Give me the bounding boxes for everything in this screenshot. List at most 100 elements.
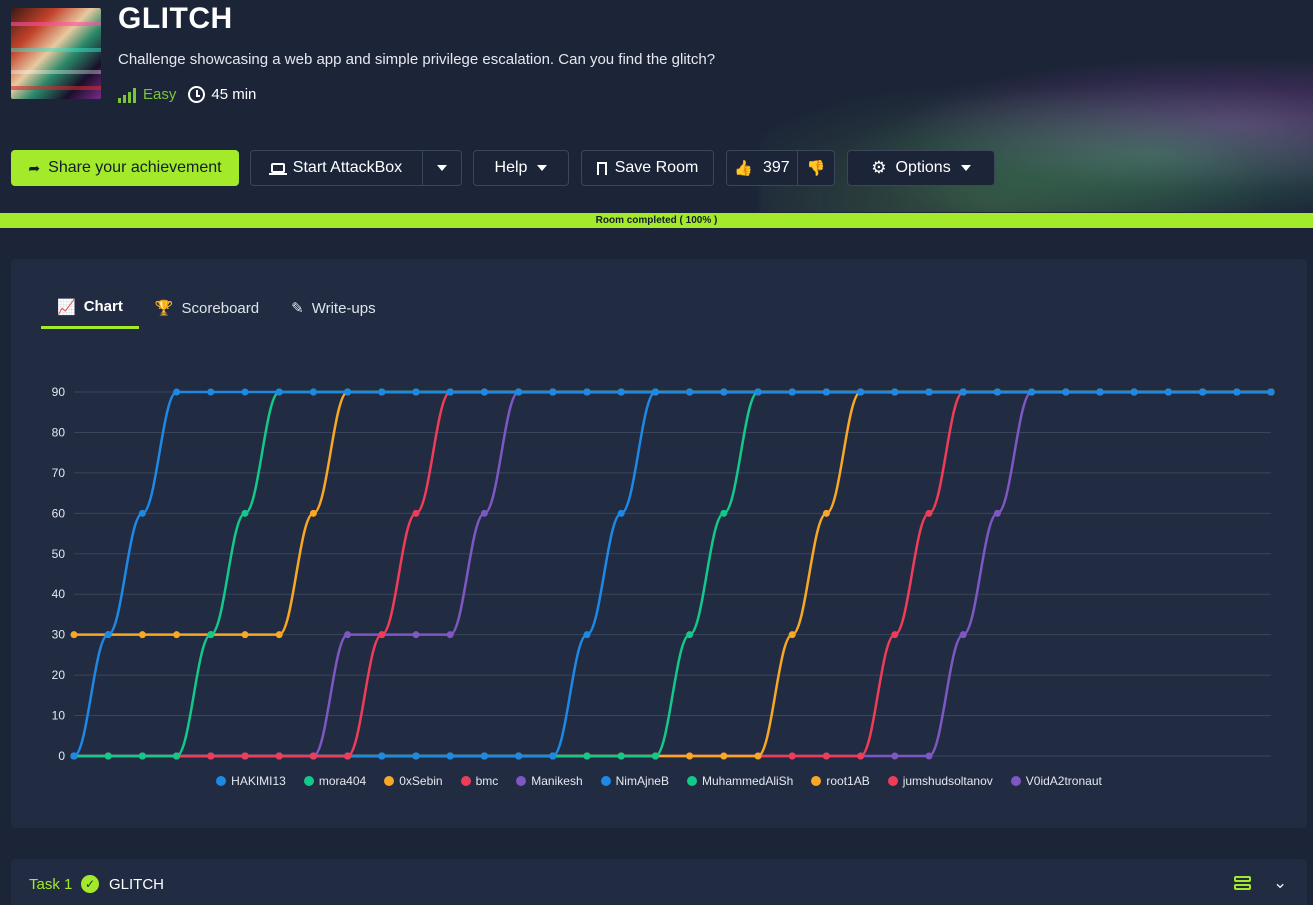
data-point[interactable] bbox=[241, 752, 249, 760]
data-point[interactable] bbox=[378, 752, 386, 760]
data-point[interactable] bbox=[549, 752, 557, 760]
data-point[interactable] bbox=[1164, 388, 1172, 396]
data-point[interactable] bbox=[959, 388, 967, 396]
data-point[interactable] bbox=[70, 631, 78, 639]
legend-item[interactable]: 0xSebin bbox=[384, 774, 443, 788]
task-1[interactable]: Task 1 ✓ GLITCH ⌄ bbox=[11, 859, 1307, 905]
data-point[interactable] bbox=[720, 388, 728, 396]
legend-item[interactable]: V0idA2tronaut bbox=[1010, 774, 1102, 788]
like-button[interactable]: 👍 397 bbox=[726, 150, 798, 186]
data-point[interactable] bbox=[788, 752, 796, 760]
data-point[interactable] bbox=[1028, 388, 1036, 396]
data-point[interactable] bbox=[959, 631, 967, 639]
data-point[interactable] bbox=[138, 631, 146, 639]
tab-chart[interactable]: 📈 Chart bbox=[41, 287, 139, 329]
data-point[interactable] bbox=[822, 752, 830, 760]
data-point[interactable] bbox=[788, 631, 796, 639]
data-point[interactable] bbox=[583, 752, 591, 760]
data-point[interactable] bbox=[412, 752, 420, 760]
data-point[interactable] bbox=[720, 752, 728, 760]
data-point[interactable] bbox=[207, 631, 215, 639]
legend-item[interactable]: jumshudsoltanov bbox=[887, 774, 993, 788]
data-point[interactable] bbox=[857, 388, 865, 396]
data-point[interactable] bbox=[412, 388, 420, 396]
start-attackbox-button[interactable]: Start AttackBox bbox=[250, 150, 423, 186]
data-point[interactable] bbox=[173, 631, 181, 639]
legend-item[interactable]: root1AB bbox=[811, 774, 870, 788]
data-point[interactable] bbox=[207, 388, 215, 396]
attackbox-dropdown-button[interactable] bbox=[422, 150, 462, 186]
data-point[interactable] bbox=[754, 752, 762, 760]
data-point[interactable] bbox=[754, 388, 762, 396]
data-point[interactable] bbox=[309, 509, 317, 517]
dislike-button[interactable]: 👎 bbox=[797, 150, 835, 186]
data-point[interactable] bbox=[378, 388, 386, 396]
data-point[interactable] bbox=[412, 509, 420, 517]
share-achievement-button[interactable]: ➦ Share your achievement bbox=[11, 150, 239, 186]
data-point[interactable] bbox=[617, 752, 625, 760]
data-point[interactable] bbox=[344, 388, 352, 396]
data-point[interactable] bbox=[617, 509, 625, 517]
data-point[interactable] bbox=[583, 388, 591, 396]
stack-icon[interactable] bbox=[1234, 876, 1251, 891]
legend-item[interactable]: mora404 bbox=[303, 774, 366, 788]
data-point[interactable] bbox=[891, 388, 899, 396]
chevron-down-icon[interactable]: ⌄ bbox=[1273, 873, 1287, 893]
data-point[interactable] bbox=[515, 752, 523, 760]
data-point[interactable] bbox=[412, 631, 420, 639]
data-point[interactable] bbox=[617, 388, 625, 396]
data-point[interactable] bbox=[549, 388, 557, 396]
data-point[interactable] bbox=[822, 509, 830, 517]
data-point[interactable] bbox=[104, 631, 112, 639]
data-point[interactable] bbox=[275, 388, 283, 396]
data-point[interactable] bbox=[1233, 388, 1241, 396]
data-point[interactable] bbox=[446, 631, 454, 639]
data-point[interactable] bbox=[446, 388, 454, 396]
data-point[interactable] bbox=[925, 509, 933, 517]
data-point[interactable] bbox=[583, 631, 591, 639]
data-point[interactable] bbox=[173, 388, 181, 396]
data-point[interactable] bbox=[651, 752, 659, 760]
data-point[interactable] bbox=[857, 752, 865, 760]
data-point[interactable] bbox=[480, 752, 488, 760]
data-point[interactable] bbox=[686, 388, 694, 396]
data-point[interactable] bbox=[344, 631, 352, 639]
data-point[interactable] bbox=[275, 631, 283, 639]
data-point[interactable] bbox=[241, 509, 249, 517]
data-point[interactable] bbox=[275, 752, 283, 760]
data-point[interactable] bbox=[1130, 388, 1138, 396]
tab-scoreboard[interactable]: 🏆 Scoreboard bbox=[139, 287, 275, 329]
data-point[interactable] bbox=[309, 752, 317, 760]
data-point[interactable] bbox=[1199, 388, 1207, 396]
legend-item[interactable]: Manikesh bbox=[516, 774, 583, 788]
data-point[interactable] bbox=[686, 752, 694, 760]
data-point[interactable] bbox=[104, 752, 112, 760]
help-button[interactable]: Help bbox=[473, 150, 569, 186]
data-point[interactable] bbox=[138, 752, 146, 760]
data-point[interactable] bbox=[515, 388, 523, 396]
data-point[interactable] bbox=[822, 388, 830, 396]
data-point[interactable] bbox=[720, 509, 728, 517]
options-button[interactable]: ⚙ Options bbox=[847, 150, 995, 186]
data-point[interactable] bbox=[891, 631, 899, 639]
data-point[interactable] bbox=[480, 388, 488, 396]
data-point[interactable] bbox=[1062, 388, 1070, 396]
data-point[interactable] bbox=[993, 509, 1001, 517]
legend-item[interactable]: MuhammedAliSh bbox=[686, 774, 793, 788]
data-point[interactable] bbox=[173, 752, 181, 760]
data-point[interactable] bbox=[70, 752, 78, 760]
data-point[interactable] bbox=[446, 752, 454, 760]
data-point[interactable] bbox=[309, 388, 317, 396]
data-point[interactable] bbox=[788, 388, 796, 396]
legend-item[interactable]: NimAjneB bbox=[600, 774, 669, 788]
data-point[interactable] bbox=[925, 388, 933, 396]
data-point[interactable] bbox=[138, 509, 146, 517]
data-point[interactable] bbox=[1267, 388, 1275, 396]
save-room-button[interactable]: Save Room bbox=[581, 150, 714, 186]
data-point[interactable] bbox=[241, 388, 249, 396]
data-point[interactable] bbox=[344, 752, 352, 760]
data-point[interactable] bbox=[651, 388, 659, 396]
data-point[interactable] bbox=[1096, 388, 1104, 396]
data-point[interactable] bbox=[378, 631, 386, 639]
data-point[interactable] bbox=[925, 752, 933, 760]
